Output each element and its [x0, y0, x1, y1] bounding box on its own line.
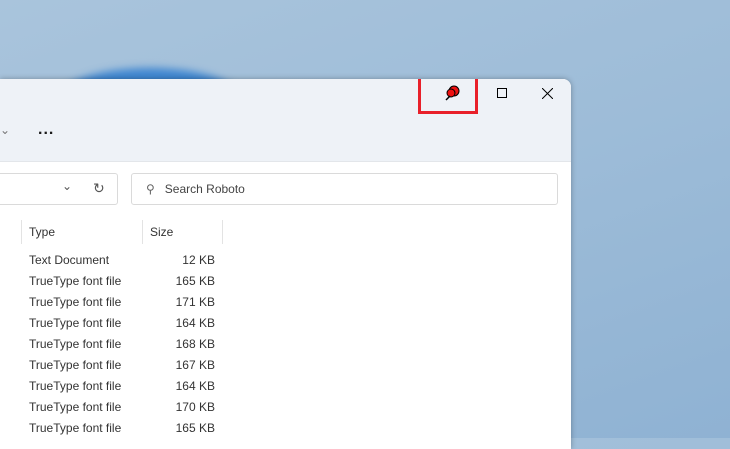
chevron-down-icon[interactable]: ⌄	[62, 179, 72, 193]
file-row[interactable]: TrueType font file 171 KB	[29, 291, 219, 312]
file-row[interactable]: TrueType font file 164 KB	[29, 312, 219, 333]
file-type: TrueType font file	[29, 315, 122, 330]
search-placeholder: Search Roboto	[164, 182, 245, 196]
file-row[interactable]: TrueType font file 170 KB	[29, 396, 219, 417]
file-row[interactable]: Text Document 12 KB	[29, 249, 219, 270]
file-size: 12 KB	[182, 252, 215, 267]
file-size: 164 KB	[175, 315, 215, 330]
file-type: Text Document	[29, 252, 110, 267]
search-input[interactable]: ⚲ Search Roboto	[131, 173, 558, 205]
file-row[interactable]: TrueType font file 165 KB	[29, 270, 219, 291]
file-row[interactable]: TrueType font file 165 KB	[29, 417, 219, 438]
column-header-size[interactable]: Size	[142, 220, 222, 244]
pin-icon[interactable]	[431, 79, 475, 107]
file-row[interactable]: TrueType font file 164 KB	[29, 375, 219, 396]
title-toolbar: ⌄ ...	[0, 79, 571, 162]
maximize-button[interactable]	[480, 79, 524, 107]
search-icon: ⚲	[146, 182, 155, 196]
file-size: 164 KB	[175, 378, 215, 393]
file-type: TrueType font file	[29, 420, 122, 435]
file-size: 168 KB	[175, 336, 215, 351]
file-size: 165 KB	[175, 420, 215, 435]
file-size: 167 KB	[175, 357, 215, 372]
address-bar[interactable]: ⌄ ↻	[0, 173, 118, 205]
file-type: TrueType font file	[29, 357, 122, 372]
file-type: TrueType font file	[29, 273, 122, 288]
column-header-type[interactable]: Type	[21, 220, 142, 244]
file-type: TrueType font file	[29, 294, 122, 309]
chevron-down-icon[interactable]: ⌄	[0, 123, 10, 137]
file-size: 171 KB	[175, 294, 215, 309]
refresh-icon[interactable]: ↻	[93, 180, 105, 197]
file-size: 170 KB	[175, 399, 215, 414]
column-divider	[222, 220, 232, 244]
more-options-button[interactable]: ...	[38, 121, 54, 139]
close-button[interactable]	[525, 79, 569, 107]
file-type: TrueType font file	[29, 336, 122, 351]
file-type: TrueType font file	[29, 378, 122, 393]
file-size: 165 KB	[175, 273, 215, 288]
file-row[interactable]: TrueType font file 167 KB	[29, 354, 219, 375]
file-row[interactable]: TrueType font file 168 KB	[29, 333, 219, 354]
file-type: TrueType font file	[29, 399, 122, 414]
file-explorer-window: ⌄ ... ⌄ ↻ ⚲ Search Roboto Type Size Text…	[0, 79, 571, 449]
